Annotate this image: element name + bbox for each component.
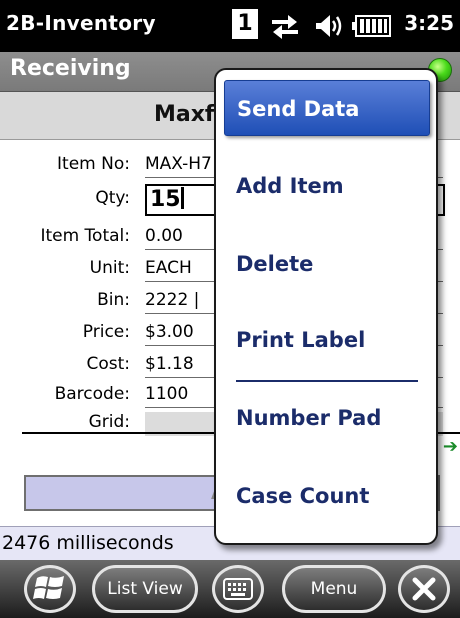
battery-icon[interactable]: [352, 14, 392, 42]
notification-count-icon[interactable]: 1: [232, 9, 258, 39]
menu-item-send-data[interactable]: Send Data: [224, 80, 430, 136]
status-app-name: 2B-Inventory: [6, 11, 156, 35]
volume-icon[interactable]: [314, 12, 344, 44]
keyboard-button[interactable]: [212, 565, 264, 613]
arrow-right-icon[interactable]: ➔: [443, 436, 458, 457]
keyboard-icon: [223, 578, 253, 604]
field-label: Bin:: [97, 290, 130, 310]
field-label: Unit:: [89, 258, 130, 278]
menu-item-case-count[interactable]: Case Count: [224, 468, 430, 524]
menu-item-add-item[interactable]: Add Item: [224, 158, 430, 214]
connectivity-icon[interactable]: [270, 12, 300, 44]
field-label: Barcode:: [54, 384, 130, 404]
list-view-button[interactable]: List View: [92, 565, 198, 613]
menu-item-delete[interactable]: Delete: [224, 236, 430, 292]
close-button[interactable]: [398, 565, 450, 613]
field-label: Qty:: [95, 188, 130, 208]
supplier-name: Maxf: [154, 102, 215, 127]
menu-separator: [236, 380, 418, 382]
windows-logo-icon: [33, 576, 67, 610]
status-bar: 2B-Inventory 1 3:25: [0, 0, 460, 52]
field-label: Grid:: [88, 412, 130, 432]
field-label: Cost:: [86, 354, 130, 374]
list-view-label: List View: [107, 579, 183, 599]
menu-item-number-pad[interactable]: Number Pad: [224, 390, 430, 446]
field-label: Item No:: [57, 154, 130, 174]
field-label: Item Total:: [40, 226, 130, 246]
qty-value: 15: [150, 187, 181, 212]
popup-menu: Send Data Add Item Delete Print Label Nu…: [214, 68, 438, 545]
field-label: Price:: [82, 322, 130, 342]
menu-item-print-label[interactable]: Print Label: [224, 312, 430, 368]
clock[interactable]: 3:25: [404, 11, 454, 35]
text-cursor: [180, 187, 184, 209]
softkey-bar: List View Menu: [0, 560, 460, 618]
start-button[interactable]: [24, 565, 76, 613]
page-title: Receiving: [10, 56, 131, 81]
menu-label: Menu: [310, 579, 358, 599]
menu-button[interactable]: Menu: [282, 565, 386, 613]
close-icon: [409, 577, 439, 608]
